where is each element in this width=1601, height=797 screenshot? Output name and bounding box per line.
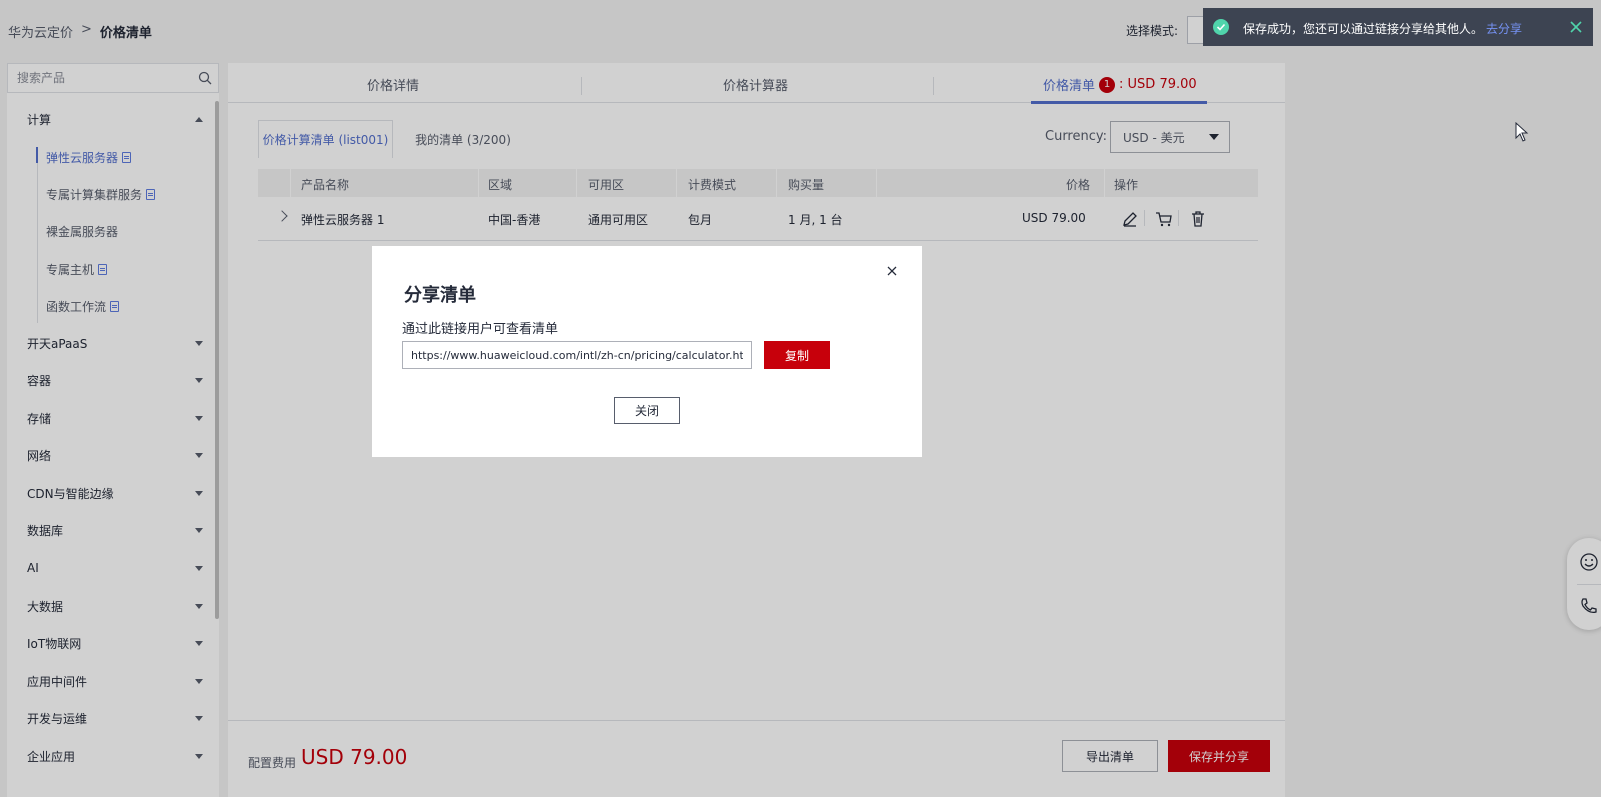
success-check-icon	[1213, 19, 1229, 35]
close-icon[interactable]	[885, 264, 899, 278]
toast-share-link[interactable]: 去分享	[1486, 20, 1522, 37]
close-button[interactable]: 关闭	[614, 397, 680, 424]
mouse-cursor-icon	[1515, 122, 1529, 142]
dialog-title: 分享清单	[404, 285, 476, 306]
close-icon[interactable]	[1569, 20, 1583, 34]
page: 华为云定价 > 价格清单 选择模式: 计算 弹性云服务器 专属计算集群服务 裸金…	[0, 0, 1601, 797]
success-toast: 保存成功，您还可以通过链接分享给其他人。 去分享	[1203, 8, 1593, 46]
dialog-description: 通过此链接用户可查看清单	[402, 322, 559, 337]
share-dialog: 分享清单 通过此链接用户可查看清单 复制 关闭	[372, 246, 922, 457]
toast-message: 保存成功，您还可以通过链接分享给其他人。	[1243, 22, 1484, 36]
copy-button[interactable]: 复制	[764, 341, 830, 369]
share-link-input[interactable]	[402, 341, 752, 369]
